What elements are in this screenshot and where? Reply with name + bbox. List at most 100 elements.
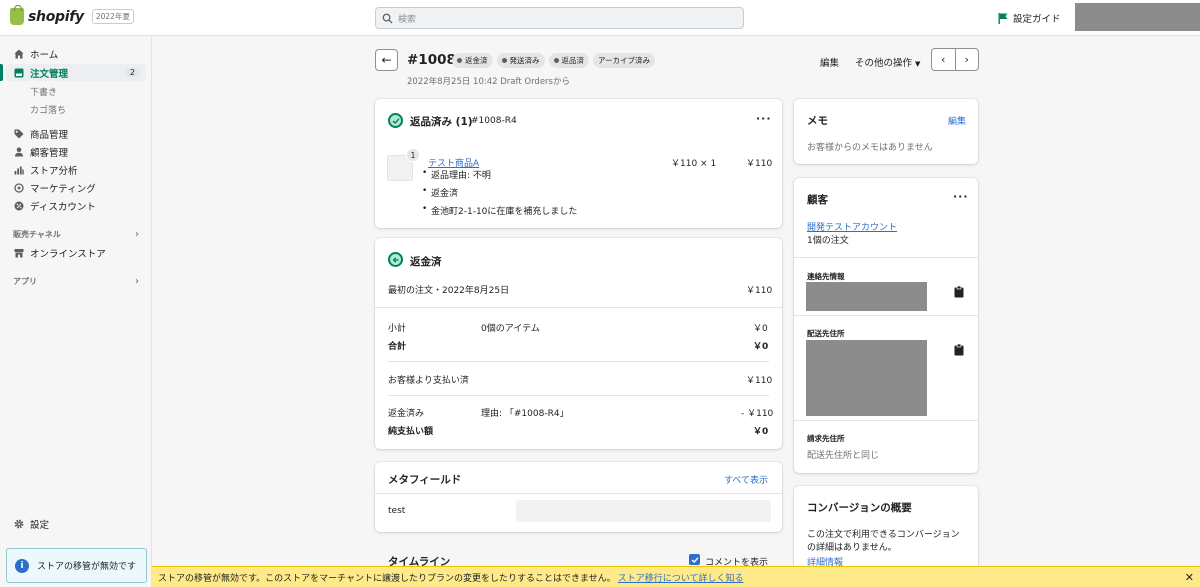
more-actions-button[interactable]: その他の操作 ▼ bbox=[855, 55, 920, 69]
arrow-left-icon: ← bbox=[381, 53, 392, 67]
target-icon bbox=[14, 182, 24, 193]
status-badge-returned: 返品済 bbox=[548, 53, 589, 68]
previous-order-button[interactable]: ‹ bbox=[932, 49, 956, 70]
store-icon bbox=[14, 248, 24, 257]
memo-card bbox=[794, 99, 978, 164]
status-badge-archived: アーカイブ済み bbox=[593, 53, 656, 68]
contact-info-label: 連絡先情報 bbox=[807, 272, 845, 281]
returned-card-title: 返品済み (1) bbox=[410, 116, 473, 128]
edit-button[interactable]: 編集 bbox=[820, 55, 839, 69]
checkmark-icon bbox=[691, 556, 699, 563]
setup-guide-button[interactable]: 設定ガイド bbox=[998, 11, 1061, 25]
sidebar-item-orders[interactable]: 注文管理 2 bbox=[0, 64, 146, 81]
status-badges: 返金済 発送済み 返品済 アーカイブ済み bbox=[452, 53, 656, 68]
net-amount: ￥0 bbox=[753, 427, 769, 437]
show-all-metafields-link[interactable]: すべて表示 bbox=[724, 473, 768, 486]
metafield-label: test bbox=[388, 506, 406, 516]
info-icon: i bbox=[15, 558, 29, 573]
sidebar-item-customers[interactable]: 顧客管理 bbox=[6, 143, 146, 160]
total-label: 合計 bbox=[388, 342, 407, 352]
shopify-bag-icon bbox=[10, 5, 24, 25]
subtotal-amount: ￥0 bbox=[753, 324, 768, 334]
sidebar-item-products[interactable]: 商品管理 bbox=[6, 125, 146, 142]
sidebar-item-abandoned[interactable]: カゴ落ち bbox=[30, 103, 66, 116]
metafield-value-input[interactable] bbox=[516, 500, 771, 522]
setup-guide-label: 設定ガイド bbox=[1013, 14, 1061, 25]
shipping-address-redacted bbox=[806, 340, 927, 416]
caret-down-icon: ▼ bbox=[915, 60, 921, 68]
search-icon bbox=[382, 13, 393, 24]
sidebar-item-home[interactable]: ホーム bbox=[6, 45, 146, 62]
customer-card-menu-icon[interactable]: ··· bbox=[953, 190, 969, 203]
sales-channels-header[interactable]: 販売チャネル › bbox=[13, 229, 139, 240]
chevron-right-icon: › bbox=[964, 53, 969, 66]
next-order-button[interactable]: › bbox=[956, 49, 979, 70]
top-bar: shopify 2022年夏 検索 設定ガイド bbox=[0, 0, 1200, 36]
store-transfer-notice[interactable]: i ストアの移管が無効です bbox=[6, 548, 147, 583]
search-input[interactable]: 検索 bbox=[375, 7, 744, 29]
bar-chart-icon bbox=[14, 166, 24, 174]
returned-card-menu-icon[interactable]: ··· bbox=[756, 112, 772, 125]
memo-edit-link[interactable]: 編集 bbox=[948, 114, 966, 127]
close-icon[interactable]: ✕ bbox=[1185, 571, 1194, 584]
brand-name: shopify bbox=[28, 8, 84, 25]
status-badge-fulfilled: 発送済み bbox=[496, 53, 545, 68]
refunded-label: 返金済み bbox=[388, 409, 425, 419]
clipboard-icon[interactable] bbox=[954, 286, 964, 298]
status-badge-refunded: 返金済 bbox=[452, 53, 493, 68]
search-placeholder: 検索 bbox=[398, 14, 417, 25]
conversion-text-line2: の詳細はありません。 bbox=[807, 543, 897, 553]
chevron-right-icon: › bbox=[135, 229, 139, 240]
refunded-amount: - ￥110 bbox=[741, 409, 774, 419]
memo-title: メモ bbox=[807, 115, 828, 127]
banner-text: ストアの移管が無効です。このストアをマーチャントに譲渡したりプランの変更をしたり… bbox=[158, 573, 616, 584]
product-unit-price: ￥110 × 1 bbox=[671, 159, 717, 169]
quantity-bubble: 1 bbox=[406, 148, 420, 162]
shipping-address-label: 配送先住所 bbox=[807, 329, 845, 338]
paid-amount: ￥110 bbox=[746, 376, 773, 386]
sidebar: ホーム 注文管理 2 下書き カゴ落ち 商品管理 顧客管理 ストア分析 マーケテ… bbox=[0, 36, 152, 587]
clipboard-icon[interactable] bbox=[954, 344, 964, 356]
order-pager: ‹ › bbox=[931, 48, 979, 71]
gear-icon bbox=[14, 519, 24, 528]
refund-card bbox=[375, 238, 782, 449]
customer-order-count: 1個の注文 bbox=[807, 236, 849, 246]
person-icon bbox=[15, 147, 23, 156]
total-amount: ￥0 bbox=[753, 342, 769, 352]
subtotal-label: 小計 bbox=[388, 324, 407, 334]
conversion-text-line1: この注文で利用できるコンバージョン bbox=[807, 530, 960, 540]
flag-icon bbox=[998, 12, 1008, 24]
customer-name-link[interactable]: 開発テストアカウント bbox=[807, 220, 897, 233]
sidebar-item-online-store[interactable]: オンラインストア bbox=[6, 244, 146, 261]
return-reason: 返品理由: 不明 bbox=[422, 168, 491, 181]
store-transfer-banner: ストアの移管が無効です。このストアをマーチャントに譲渡したりプランの変更をしたり… bbox=[152, 566, 1200, 587]
memo-empty-text: お客様からのメモはありません bbox=[807, 143, 933, 153]
metafields-title: メタフィールド bbox=[388, 474, 462, 486]
order-subtitle: 2022年8月25日 10:42 Draft Ordersから bbox=[407, 77, 570, 87]
billing-address-value: 配送先住所と同じ bbox=[807, 451, 880, 461]
sidebar-item-settings[interactable]: 設定 bbox=[6, 515, 146, 532]
first-order-label: 最初の注文・2022年8月25日 bbox=[388, 286, 510, 296]
back-button[interactable]: ← bbox=[375, 49, 398, 71]
return-restock: 金池町2-1-10に在庫を補充しました bbox=[422, 204, 577, 217]
shopify-logo[interactable]: shopify 2022年夏 bbox=[10, 5, 134, 25]
orders-icon bbox=[14, 68, 24, 77]
sidebar-item-analytics[interactable]: ストア分析 bbox=[6, 161, 146, 178]
sidebar-item-discounts[interactable]: ディスカウント bbox=[6, 197, 146, 214]
discount-icon bbox=[14, 201, 24, 210]
sidebar-item-marketing[interactable]: マーケティング bbox=[6, 179, 146, 196]
account-menu-redacted[interactable] bbox=[1075, 3, 1200, 31]
refunded-reason: 理由: 「#1008-R4」 bbox=[481, 409, 569, 419]
sidebar-item-drafts[interactable]: 下書き bbox=[30, 85, 57, 98]
chevron-left-icon: ‹ bbox=[941, 53, 946, 66]
product-line-total: ￥110 bbox=[746, 159, 773, 169]
refund-status-icon bbox=[388, 252, 403, 267]
return-refunded: 返金済 bbox=[422, 186, 458, 199]
return-reference: #1008-R4 bbox=[471, 116, 517, 126]
apps-header[interactable]: アプリ › bbox=[13, 276, 139, 287]
banner-learn-more-link[interactable]: ストア移行について詳しく知る bbox=[618, 571, 744, 584]
returned-status-icon bbox=[388, 113, 403, 128]
contact-info-redacted bbox=[806, 282, 927, 311]
show-comments-checkbox[interactable] bbox=[689, 554, 700, 565]
tag-icon bbox=[14, 129, 24, 138]
